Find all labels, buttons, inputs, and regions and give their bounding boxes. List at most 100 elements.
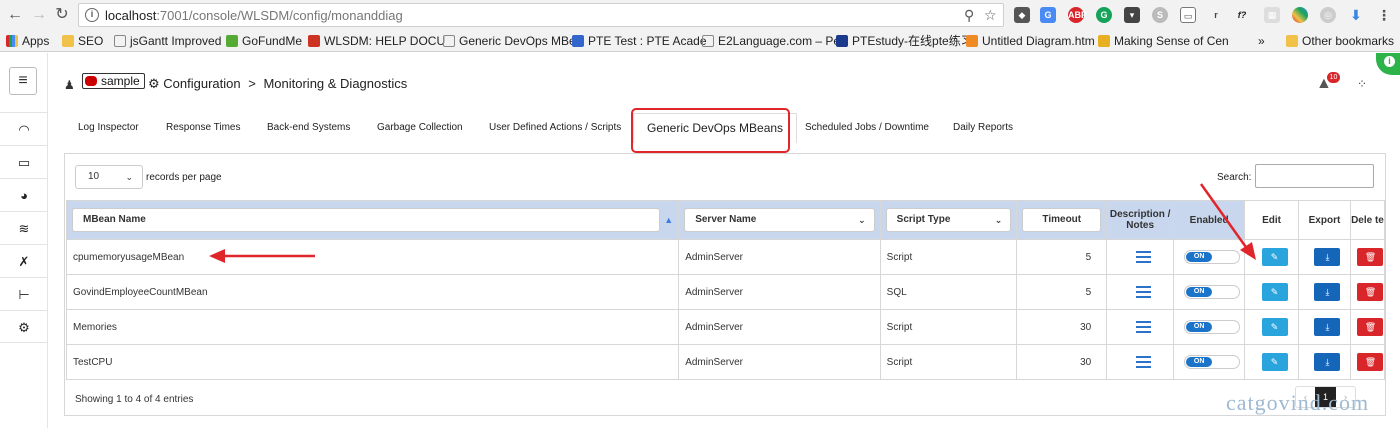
records-per-page-select[interactable]: 10 ⌄ — [75, 165, 143, 189]
database-icon[interactable]: ≋ — [0, 211, 48, 244]
edit-cell: ✎ — [1244, 309, 1300, 345]
export-download-icon[interactable]: ⤓ — [1314, 283, 1341, 301]
extension-pocket-icon[interactable]: ▾ — [1124, 7, 1140, 23]
list-icon[interactable] — [1135, 356, 1151, 368]
edit-pencil-icon[interactable]: ✎ — [1261, 318, 1288, 336]
mbean-name-cell: GovindEmployeeCountMBean — [65, 274, 680, 310]
bookmark-generic-devops[interactable]: Generic DevOps MBe — [443, 33, 576, 49]
address-bar[interactable]: i localhost:7001/console/WLSDM/config/mo… — [78, 3, 1004, 27]
bookmark-seo[interactable]: SEO — [62, 33, 103, 49]
forward-icon[interactable]: → — [29, 5, 49, 25]
bookmark-e2language[interactable]: E2Language.com – Pe — [702, 33, 840, 49]
bookmark-ptestudy[interactable]: PTEstudy-在线pte练习 — [836, 33, 973, 49]
back-icon[interactable]: ← — [5, 5, 25, 25]
col-mbean-name[interactable]: MBean Name ▲ — [65, 200, 680, 240]
bookmark-gofundme[interactable]: GoFundMe — [226, 33, 302, 49]
extension-skype-icon[interactable]: S — [1152, 7, 1168, 23]
tab-response-times[interactable]: Response Times — [166, 122, 240, 133]
bookmark-other[interactable]: Other bookmarks — [1286, 33, 1394, 49]
col-server-name[interactable]: Server Name ⌄ — [678, 200, 881, 240]
tools-icon[interactable]: ✗ — [0, 244, 48, 277]
delete-trash-icon[interactable]: 🗑 — [1357, 283, 1384, 301]
col-script-type[interactable]: Script Type ⌄ — [879, 200, 1018, 240]
extension-adblock-icon[interactable]: ABP — [1068, 7, 1087, 23]
ptestudy-icon — [836, 35, 848, 47]
cast-icon[interactable]: ▭ — [1180, 7, 1196, 23]
description-cell — [1106, 239, 1175, 275]
delete-trash-icon[interactable]: 🗑 — [1357, 353, 1384, 371]
gear-icon: ⚙ — [148, 76, 160, 91]
list-icon[interactable] — [1135, 321, 1151, 333]
dashboard-gauge-icon[interactable]: ◠ — [0, 112, 48, 145]
delete-cell: 🗑 — [1349, 239, 1386, 275]
extension-translate-icon[interactable]: G — [1040, 7, 1056, 23]
list-icon[interactable] — [1135, 251, 1151, 263]
export-download-icon[interactable]: ⤓ — [1314, 248, 1341, 266]
zoom-search-icon[interactable]: ⚲ — [964, 7, 974, 24]
settings-gear-icon[interactable]: ⚙ — [0, 310, 48, 343]
bookmarks-bar: Apps SEO jsGantt Improved GoFundMe WLSDM… — [0, 30, 1400, 52]
export-download-icon[interactable]: ⤓ — [1314, 318, 1341, 336]
extension-circle-icon[interactable]: ◎ — [1320, 7, 1336, 23]
extension-color-icon[interactable] — [1292, 7, 1308, 23]
mbean-name-cell: Memories — [65, 309, 680, 345]
bookmark-untitled-diagram[interactable]: Untitled Diagram.htm — [966, 33, 1095, 49]
alert-count-badge: 10 — [1327, 72, 1340, 83]
enabled-toggle[interactable]: ON — [1184, 285, 1241, 299]
monitor-icon[interactable]: ▭ — [0, 145, 48, 178]
site-info-icon[interactable]: i — [85, 8, 99, 22]
tab-garbage-collection[interactable]: Garbage Collection — [377, 122, 463, 133]
col-timeout[interactable]: Timeout — [1016, 200, 1108, 240]
extension-shield-icon[interactable]: ◆ — [1014, 7, 1030, 23]
delete-trash-icon[interactable]: 🗑 — [1357, 318, 1384, 336]
delete-trash-icon[interactable]: 🗑 — [1357, 248, 1384, 266]
url-text[interactable]: localhost:7001/console/WLSDM/config/mona… — [105, 8, 403, 23]
extension-gray-icon[interactable]: ▦ — [1264, 7, 1280, 23]
bookmarks-overflow[interactable]: » — [1258, 33, 1265, 49]
breadcrumb-separator: > — [248, 76, 256, 91]
search-input[interactable] — [1255, 164, 1374, 188]
extension-formula-icon[interactable]: f? — [1234, 7, 1250, 23]
table-row: GovindEmployeeCountMBean AdminServer SQL… — [65, 274, 1386, 310]
sort-up-icon[interactable]: ▲ — [664, 209, 673, 231]
chevron-down-icon[interactable]: ⌄ — [858, 209, 866, 231]
domain-badge[interactable]: sample — [82, 73, 145, 89]
hamburger-menu-icon[interactable]: ≡ — [9, 67, 37, 95]
enabled-toggle[interactable]: ON — [1184, 320, 1241, 334]
script-type-cell: Script — [879, 309, 1018, 345]
breadcrumb-configuration[interactable]: Configuration — [163, 76, 240, 91]
bookmark-pte-test[interactable]: PTE Test : PTE Acade — [572, 33, 707, 49]
folder-icon — [62, 35, 74, 47]
watermark: catgovind.com — [1226, 390, 1370, 415]
tab-scheduled-jobs[interactable]: Scheduled Jobs / Downtime — [805, 122, 929, 133]
bookmark-star-icon[interactable]: ☆ — [984, 7, 997, 24]
tab-log-inspector[interactable]: Log Inspector — [78, 122, 139, 133]
extension-grammarly-icon[interactable]: G — [1096, 7, 1112, 23]
chevron-down-icon[interactable]: ⌄ — [995, 209, 1003, 231]
list-icon[interactable] — [1135, 286, 1151, 298]
export-cell: ⤓ — [1298, 344, 1351, 380]
pie-chart-icon[interactable]: ◕ — [0, 178, 48, 211]
edit-pencil-icon[interactable]: ✎ — [1261, 283, 1288, 301]
user-icon[interactable]: ♟ — [64, 78, 75, 92]
script-type-cell: Script — [879, 239, 1018, 275]
browser-menu-icon[interactable]: ⋮ — [1376, 7, 1392, 23]
extension-r-icon[interactable]: r — [1208, 7, 1224, 23]
edit-pencil-icon[interactable]: ✎ — [1261, 353, 1288, 371]
tab-daily-reports[interactable]: Daily Reports — [953, 122, 1013, 133]
edit-pencil-icon[interactable]: ✎ — [1261, 248, 1288, 266]
bookmark-making-sense[interactable]: Making Sense of Cen — [1098, 33, 1229, 49]
download-icon[interactable]: ⬇ — [1348, 7, 1364, 23]
apps-grid-icon[interactable]: ⁘ — [1357, 77, 1367, 91]
export-download-icon[interactable]: ⤓ — [1314, 353, 1341, 371]
reload-icon[interactable]: ↻ — [52, 5, 72, 25]
tab-user-defined-actions[interactable]: User Defined Actions / Scripts — [489, 122, 621, 133]
bookmark-apps[interactable]: Apps — [6, 33, 49, 49]
bookmark-jsgantt[interactable]: jsGantt Improved — [114, 33, 221, 49]
bookmark-wlsdm-help[interactable]: WLSDM: HELP DOCU — [308, 33, 445, 49]
enabled-toggle[interactable]: ON — [1184, 355, 1241, 369]
page-icon — [702, 35, 714, 47]
timeout-cell: 5 — [1016, 239, 1108, 275]
tab-back-end-systems[interactable]: Back-end Systems — [267, 122, 350, 133]
sitemap-icon[interactable]: ⊢ — [0, 277, 48, 310]
